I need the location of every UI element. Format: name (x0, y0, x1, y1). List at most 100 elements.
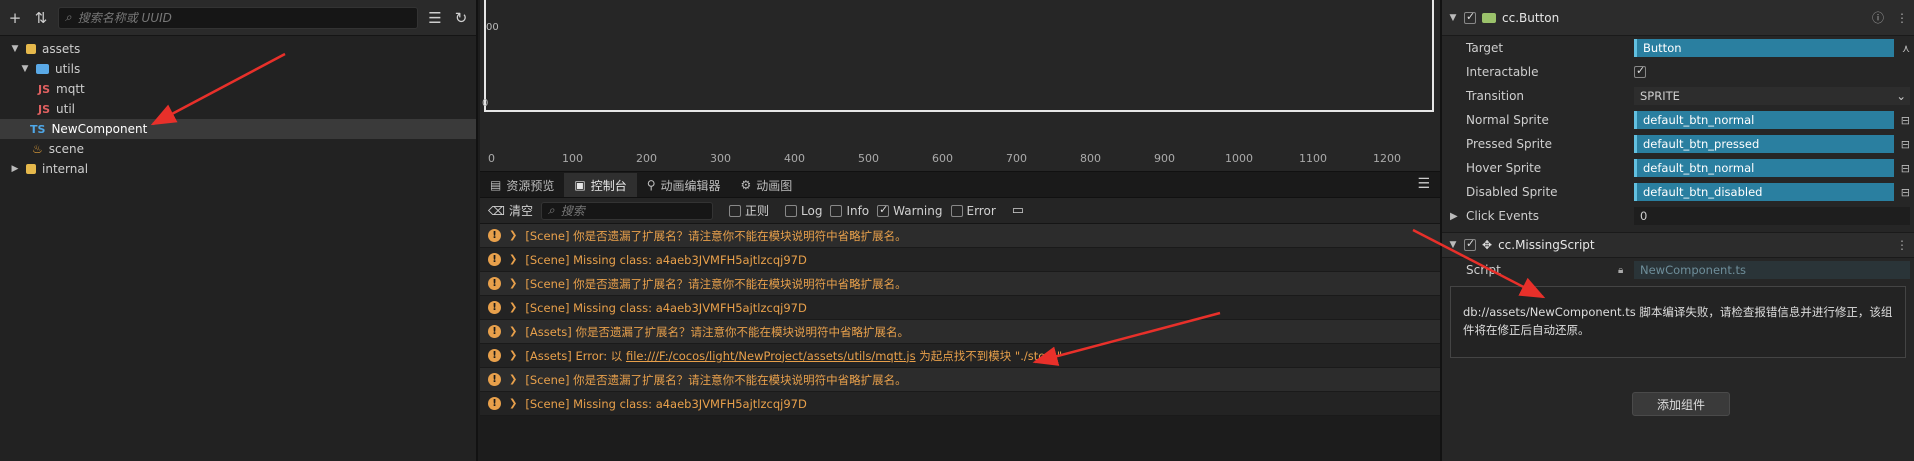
hover-sprite-field[interactable]: default_btn_normal (1634, 159, 1894, 177)
ruler-tick: 900 (1154, 152, 1175, 165)
tree-item-internal[interactable]: ▶ internal (0, 159, 476, 179)
transition-select[interactable]: SPRITE ⌄ (1634, 87, 1910, 105)
log-text: [Scene] Missing class: a4aeb3JVMFH5ajtlz… (525, 396, 807, 411)
regex-checkbox[interactable]: 正则 (728, 202, 769, 219)
tree-item-scene[interactable]: ♨ scene (0, 139, 476, 159)
info-checkbox[interactable]: Info (830, 204, 869, 218)
chevron-right-icon[interactable]: ▶ (1450, 211, 1458, 222)
prop-pressed-sprite: Pressed Sprite default_btn_pressed ⊟ (1442, 132, 1914, 156)
scene-view[interactable]: 00 0 0 100 200 300 400 500 600 700 800 9… (480, 0, 1440, 172)
tree-item-newcomponent[interactable]: TS NewComponent (0, 119, 476, 139)
tab-animation-editor[interactable]: ⚲ 动画编辑器 (637, 173, 731, 197)
prop-label: Hover Sprite (1466, 161, 1542, 175)
lock-icon[interactable]: ⊟ (1901, 186, 1910, 199)
tab-console[interactable]: ▣ 控制台 (564, 173, 637, 197)
log-row[interactable]: ! ❯ [Scene] Missing class: a4aeb3JVMFH5aj… (480, 392, 1440, 416)
log-row[interactable]: ! ❯ [Scene] 你是否遗漏了扩展名？请注意你不能在模块说明符中省略扩展名。 (480, 368, 1440, 392)
assets-search-input[interactable]: ⌕ 搜索名称或 UUID (58, 6, 418, 29)
warning-icon: ! (488, 325, 501, 338)
ruler-tick: 300 (710, 152, 731, 165)
console-search-input[interactable]: ⌕ 搜索 (540, 201, 713, 220)
checkbox-checked[interactable] (877, 203, 890, 217)
expand-icon[interactable]: ❯ (509, 374, 517, 385)
more-icon[interactable]: ⋮ (1896, 11, 1908, 25)
disabled-sprite-field[interactable]: default_btn_disabled (1634, 183, 1894, 201)
help-icon[interactable]: ⓘ (1872, 9, 1884, 26)
warning-icon: ! (488, 229, 501, 242)
chevron-down-icon[interactable]: ▼ (1448, 240, 1458, 250)
clear-button[interactable]: ⌫ 清空 (488, 202, 533, 219)
prop-value: SPRITE (1640, 89, 1680, 103)
tree-item-utils[interactable]: ▼ utils (0, 59, 476, 79)
ruler-tick: 800 (1080, 152, 1101, 165)
typescript-file-icon: TS (30, 122, 46, 136)
database-icon (26, 164, 36, 174)
log-text: [Scene] Missing class: a4aeb3JVMFH5ajtlz… (525, 300, 807, 315)
chevron-right-icon[interactable]: ▶ (10, 164, 20, 174)
add-component-button[interactable]: 添加组件 (1632, 392, 1730, 416)
checkbox[interactable] (728, 204, 741, 217)
log-row[interactable]: ! ❯ [Scene] 你是否遗漏了扩展名？请注意你不能在模块说明符中省略扩展名。 (480, 272, 1440, 296)
expand-icon[interactable]: ❯ (509, 278, 517, 289)
file-link[interactable]: file:///F:/cocos/light/NewProject/assets… (626, 349, 916, 363)
log-row[interactable]: ! ❯ [Scene] Missing class: a4aeb3JVMFH5aj… (480, 296, 1440, 320)
log-text: [Assets] Error: 以 file:///F:/cocos/light… (525, 348, 1062, 364)
animation-graph-icon: ⚙ (740, 178, 752, 192)
tree-item-util[interactable]: JS util (0, 99, 476, 119)
log-text: [Scene] 你是否遗漏了扩展名？请注意你不能在模块说明符中省略扩展名。 (525, 372, 907, 387)
chevron-down-icon[interactable]: ▼ (10, 44, 20, 54)
add-icon[interactable]: + (6, 9, 24, 27)
expand-icon[interactable]: ❯ (509, 350, 517, 361)
checkbox[interactable] (785, 204, 797, 217)
expand-icon[interactable]: ❯ (509, 398, 517, 409)
error-checkbox[interactable]: Error (950, 204, 996, 218)
component-enabled-checkbox[interactable] (1464, 237, 1476, 251)
warning-checkbox[interactable]: Warning (877, 203, 943, 218)
clear-label: 清空 (508, 204, 533, 218)
expand-icon[interactable]: ❯ (509, 326, 517, 337)
interactable-checkbox[interactable] (1634, 64, 1646, 78)
node-link-icon[interactable]: ⋏ (1902, 42, 1910, 55)
log-row-error[interactable]: ! ❯ [Assets] Error: 以 file:///F:/cocos/li… (480, 344, 1440, 368)
console-log-list: ! ❯ [Scene] 你是否遗漏了扩展名？请注意你不能在模块说明符中省略扩展名。… (480, 224, 1440, 416)
prop-label: Interactable (1466, 65, 1539, 79)
chevron-down-icon[interactable]: ▼ (20, 64, 30, 74)
expand-icon[interactable]: ❯ (509, 302, 517, 313)
normal-sprite-field[interactable]: default_btn_normal (1634, 111, 1894, 129)
document-icon[interactable]: ▭ (1012, 203, 1024, 218)
log-checkbox[interactable]: Log (785, 204, 822, 218)
missing-script-header[interactable]: ▼ ✥ cc.MissingScript ⋮ (1442, 232, 1914, 258)
lock-icon[interactable]: ⊟ (1901, 114, 1910, 127)
tree-item-mqtt[interactable]: JS mqtt (0, 79, 476, 99)
target-field[interactable]: Button (1634, 39, 1894, 57)
refresh-icon[interactable]: ↻ (452, 9, 470, 27)
expand-icon[interactable]: ❯ (509, 254, 517, 265)
sort-icon[interactable]: ⇅ (32, 9, 50, 27)
scene-icon: ♨ (32, 142, 43, 156)
lock-icon[interactable]: ⊟ (1901, 138, 1910, 151)
ruler-tick: 600 (932, 152, 953, 165)
lock-icon[interactable]: ⊟ (1901, 162, 1910, 175)
checkbox[interactable] (830, 204, 843, 217)
more-icon[interactable]: ⋮ (1896, 238, 1908, 252)
prop-script: Script 🔒︎ NewComponent.ts (1442, 258, 1914, 282)
pressed-sprite-field[interactable]: default_btn_pressed (1634, 135, 1894, 153)
log-text-prefix: [Assets] Error: 以 (525, 348, 626, 363)
tab-animation-graph[interactable]: ⚙ 动画图 (731, 173, 803, 197)
chevron-down-icon[interactable]: ▼ (1448, 13, 1458, 23)
component-title: cc.MissingScript (1498, 238, 1595, 252)
tab-asset-preview[interactable]: ▤ 资源预览 (480, 173, 564, 197)
log-row[interactable]: ! ❯ [Scene] Missing class: a4aeb3JVMFH5aj… (480, 248, 1440, 272)
log-row[interactable]: ! ❯ [Assets] 你是否遗漏了扩展名？请注意你不能在模块说明符中省略扩展名… (480, 320, 1440, 344)
collapse-all-icon[interactable]: ☰ (426, 9, 444, 27)
checkbox[interactable] (950, 204, 963, 217)
button-component-header[interactable]: ▼ cc.Button ⓘ ⋮ (1442, 0, 1914, 36)
log-row[interactable]: ! ❯ [Scene] 你是否遗漏了扩展名？请注意你不能在模块说明符中省略扩展名。 (480, 224, 1440, 248)
expand-icon[interactable]: ❯ (509, 230, 517, 241)
component-enabled-checkbox[interactable] (1464, 10, 1476, 24)
menu-icon[interactable]: ☰ (1417, 176, 1430, 192)
prop-click-events: ▶ Click Events 0 (1442, 204, 1914, 228)
tree-item-assets[interactable]: ▼ assets (0, 39, 476, 59)
tree-label: internal (42, 162, 89, 176)
click-events-input[interactable]: 0 (1634, 207, 1910, 225)
